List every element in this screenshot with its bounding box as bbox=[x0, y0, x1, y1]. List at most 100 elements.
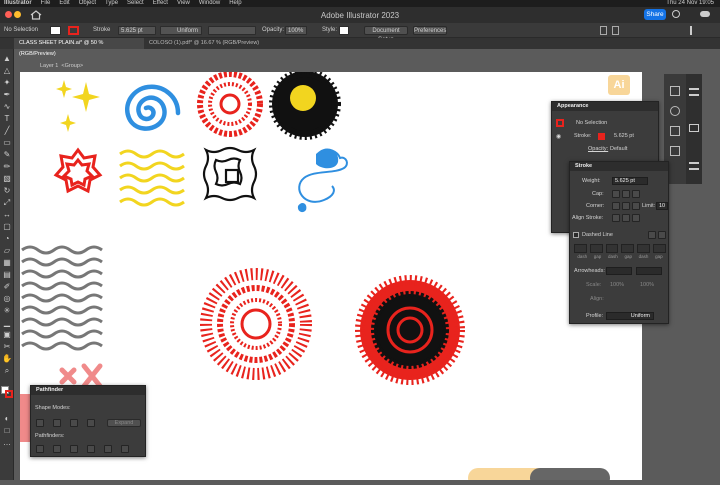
tab-class-sheet[interactable]: CLASS SHEET PLAIN.ai* @ 50 % (RGB/Previe… bbox=[14, 38, 144, 57]
menu-item-effect[interactable]: Effect bbox=[153, 0, 168, 7]
zoom-tool-icon[interactable]: ⌕ bbox=[2, 366, 12, 376]
end-arrowhead-select[interactable] bbox=[636, 267, 662, 275]
opacity-field[interactable]: 100% bbox=[285, 26, 307, 35]
dashed-line-checkbox[interactable] bbox=[573, 232, 579, 238]
minus-front-icon[interactable] bbox=[53, 419, 61, 427]
perspective-icon[interactable]: ▱ bbox=[2, 246, 12, 256]
butt-cap-icon[interactable] bbox=[612, 190, 620, 198]
dash-preserve-icon[interactable] bbox=[658, 231, 666, 239]
cloud-icon[interactable] bbox=[700, 11, 710, 17]
exclude-icon[interactable] bbox=[87, 419, 95, 427]
artboard-tool-icon[interactable]: ▣ bbox=[2, 330, 12, 340]
menu-item-view[interactable]: View bbox=[177, 0, 190, 7]
outline-icon[interactable] bbox=[104, 445, 112, 453]
scale-icon[interactable]: ⤢ bbox=[2, 198, 12, 208]
appearance-stroke-value[interactable]: 5.625 pt bbox=[614, 133, 634, 139]
tab-coloso[interactable]: COLOSO (1).pdf* @ 16.67 % (RGB/Preview) bbox=[144, 38, 294, 49]
variable-width-profile[interactable]: Uniform bbox=[160, 26, 202, 35]
align-center-icon[interactable] bbox=[612, 214, 620, 222]
layer-name[interactable]: Layer 1 bbox=[40, 63, 58, 69]
divide-icon[interactable] bbox=[36, 445, 44, 453]
menu-item-file[interactable]: File bbox=[41, 0, 51, 7]
paintbrush-icon[interactable]: ✎ bbox=[2, 150, 12, 160]
menu-icon[interactable] bbox=[689, 162, 699, 170]
dash-field[interactable] bbox=[574, 244, 587, 253]
blend-icon[interactable]: ◎ bbox=[2, 294, 12, 304]
width-tool-icon[interactable]: ↔ bbox=[2, 210, 12, 220]
mesh-icon[interactable]: ▦ bbox=[2, 258, 12, 268]
menu-item-illustrator[interactable]: Illustrator bbox=[4, 0, 32, 7]
limit-field[interactable]: 10 bbox=[656, 202, 668, 210]
shaper-icon[interactable]: ✏ bbox=[2, 162, 12, 172]
minus-back-icon[interactable] bbox=[121, 445, 129, 453]
gap-field[interactable] bbox=[621, 244, 635, 253]
curvature-icon[interactable]: ∿ bbox=[2, 102, 12, 112]
brushes-icon[interactable] bbox=[670, 146, 680, 156]
menu-item-window[interactable]: Window bbox=[199, 0, 220, 7]
edit-toolbar-icon[interactable]: … bbox=[2, 438, 12, 448]
draw-mode-icon[interactable]: ◐ bbox=[2, 414, 12, 424]
expand-button[interactable]: Expand bbox=[107, 419, 141, 427]
gradient-icon[interactable]: ▤ bbox=[2, 270, 12, 280]
menu-item-help[interactable]: Help bbox=[229, 0, 241, 7]
direct-selection-icon[interactable]: △ bbox=[2, 66, 12, 76]
bevel-join-icon[interactable] bbox=[632, 202, 640, 210]
intersect-icon[interactable] bbox=[70, 419, 78, 427]
shape-builder-icon[interactable]: ◔ bbox=[2, 234, 12, 244]
swatches-icon[interactable] bbox=[670, 126, 680, 136]
search-icon[interactable] bbox=[672, 10, 680, 18]
start-arrowhead-select[interactable] bbox=[606, 267, 632, 275]
appearance-stroke-swatch[interactable] bbox=[598, 133, 605, 140]
trim-icon[interactable] bbox=[53, 445, 61, 453]
align-icon[interactable] bbox=[600, 26, 607, 35]
crop-icon[interactable] bbox=[87, 445, 95, 453]
fill-swatch[interactable] bbox=[50, 26, 61, 35]
appearance-opacity-label[interactable]: Opacity: bbox=[588, 146, 608, 152]
align-outside-icon[interactable] bbox=[632, 214, 640, 222]
preferences-button[interactable]: Preferences bbox=[413, 26, 447, 35]
transform-icon[interactable] bbox=[612, 26, 619, 35]
stroke-color-swatch[interactable] bbox=[5, 390, 13, 398]
dash-field[interactable] bbox=[605, 244, 619, 253]
scale-end-value[interactable]: 100% bbox=[640, 282, 654, 288]
hand-tool-icon[interactable]: ✋ bbox=[2, 354, 12, 364]
menu-item-object[interactable]: Object bbox=[79, 0, 96, 7]
gap-field[interactable] bbox=[653, 244, 666, 253]
type-tool-icon[interactable]: T bbox=[2, 114, 12, 124]
stroke-swatch[interactable] bbox=[68, 26, 79, 35]
eye-icon[interactable]: ◉ bbox=[556, 133, 561, 140]
document-setup-button[interactable]: Document Setup bbox=[364, 26, 408, 43]
group-name[interactable]: <Group> bbox=[61, 63, 83, 69]
dash-field[interactable] bbox=[637, 244, 651, 253]
rotate-icon[interactable]: ↻ bbox=[2, 186, 12, 196]
weight-field[interactable]: 5.625 pt bbox=[612, 177, 648, 185]
dash-align-corners-icon[interactable] bbox=[648, 231, 656, 239]
brush-definition[interactable] bbox=[208, 26, 256, 35]
slice-tool-icon[interactable]: ✂ bbox=[2, 342, 12, 352]
properties-icon[interactable] bbox=[670, 86, 680, 96]
layers-icon[interactable] bbox=[689, 88, 699, 96]
screen-mode-icon[interactable]: □ bbox=[2, 426, 12, 436]
align-inside-icon[interactable] bbox=[622, 214, 630, 222]
menu-item-edit[interactable]: Edit bbox=[59, 0, 69, 7]
miter-join-icon[interactable] bbox=[612, 202, 620, 210]
appearance-stroke-label[interactable]: Stroke: bbox=[574, 133, 591, 139]
pen-tool-icon[interactable]: ✒ bbox=[2, 90, 12, 100]
menu-item-select[interactable]: Select bbox=[127, 0, 144, 7]
merge-icon[interactable] bbox=[70, 445, 78, 453]
menu-item-type[interactable]: Type bbox=[105, 0, 118, 7]
line-tool-icon[interactable]: ╱ bbox=[2, 126, 12, 136]
eraser-icon[interactable]: ▧ bbox=[2, 174, 12, 184]
unite-icon[interactable] bbox=[36, 419, 44, 427]
profile-select[interactable]: Uniform bbox=[606, 312, 654, 320]
eyedropper-icon[interactable]: ✐ bbox=[2, 282, 12, 292]
home-icon[interactable] bbox=[30, 10, 42, 20]
free-transform-icon[interactable]: ▢ bbox=[2, 222, 12, 232]
graph-tool-icon[interactable]: ▁ bbox=[2, 318, 12, 328]
magic-wand-icon[interactable]: ✦ bbox=[2, 78, 12, 88]
style-swatch[interactable] bbox=[339, 26, 349, 35]
gap-field[interactable] bbox=[589, 244, 603, 253]
rectangle-tool-icon[interactable]: ▭ bbox=[2, 138, 12, 148]
scale-start-value[interactable]: 100% bbox=[610, 282, 624, 288]
symbol-sprayer-icon[interactable]: ✳ bbox=[2, 306, 12, 316]
